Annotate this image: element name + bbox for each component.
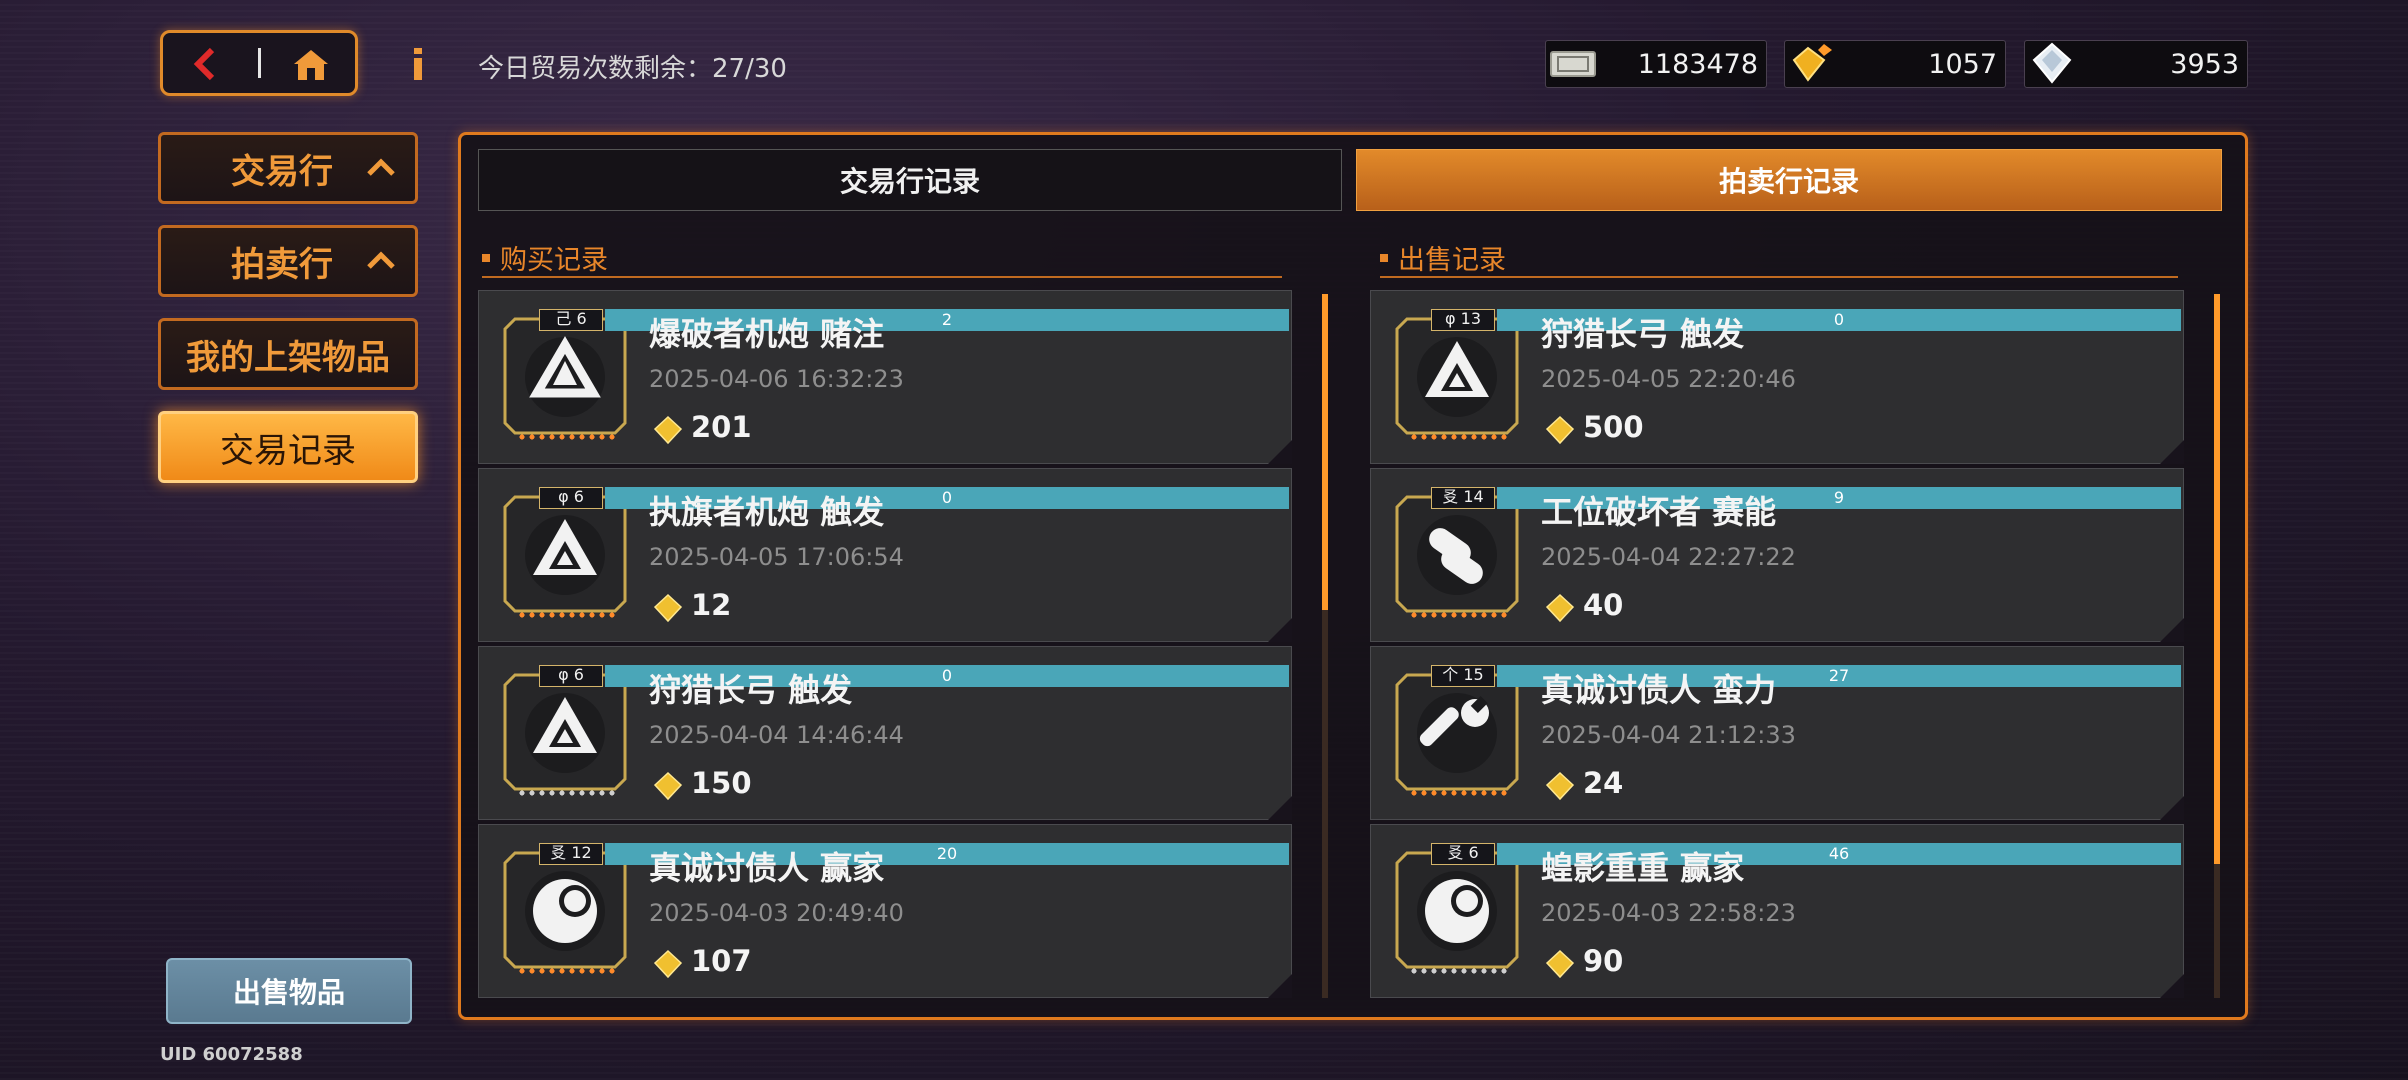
gold-gem-icon [1545,771,1575,801]
buy-record-card[interactable]: φ 6 0 狩猎长弓 触发 2025-04-04 14:46:44 150 [478,646,1292,820]
sell-item-button[interactable]: 出售物品 [166,958,412,1024]
sell-records-title: 出售记录 [1380,238,1506,277]
gold-gem-icon [653,593,683,623]
item-price: 12 [691,588,732,622]
sidebar-item-label: 拍卖行 [231,244,333,285]
item-date: 2025-04-03 22:58:23 [1541,899,1796,927]
currency-value: 1183478 [1637,49,1758,80]
item-rating-dots [1409,789,1509,797]
info-icon[interactable] [406,44,430,84]
item-level-tag: 个 15 [1431,665,1495,687]
item-date: 2025-04-04 14:46:44 [649,721,904,749]
item-name: 工位破坏者 赛能 [1541,493,1777,531]
item-name: 执旗者机炮 触发 [649,493,885,531]
item-date: 2025-04-05 17:06:54 [649,543,904,571]
item-date: 2025-04-05 22:20:46 [1541,365,1796,393]
item-price: 500 [1583,410,1644,444]
item-rating-dots [517,611,617,619]
item-name: 真诚讨债人 赢家 [649,849,885,887]
item-name: 真诚讨债人 蛮力 [1541,671,1777,709]
sell-record-card[interactable]: 㕛 14 9 工位破坏者 赛能 2025-04-04 22:27:22 40 [1370,468,2184,642]
item-date: 2025-04-04 21:12:33 [1541,721,1796,749]
section-title-text: 购买记录 [500,245,608,276]
item-price: 107 [691,944,752,978]
currency-value: 1057 [1928,49,1997,80]
buy-record-card[interactable]: φ 6 0 执旗者机炮 触发 2025-04-05 17:06:54 12 [478,468,1292,642]
sidebar-item-label: 交易行 [231,151,333,192]
sell-record-card[interactable]: φ 13 0 狩猎长弓 触发 2025-04-05 22:20:46 500 [1370,290,2184,464]
item-price: 201 [691,410,752,444]
bullet-square [482,253,490,262]
gold-gem-icon [653,949,683,979]
currency-value: 3953 [2170,49,2239,80]
sidebar-item-label: 我的上架物品 [186,337,390,378]
item-level-tag: φ 6 [539,665,603,687]
item-date: 2025-04-06 16:32:23 [649,365,904,393]
section-divider [482,276,1282,278]
gold-gem-icon [653,415,683,445]
sell-record-card[interactable]: 个 15 27 真诚讨债人 蛮力 2025-04-04 21:12:33 24 [1370,646,2184,820]
item-rating-dots [517,789,617,797]
item-level-tag: 㕛 14 [1431,487,1495,509]
item-name: 狩猎长弓 触发 [649,671,853,709]
item-level-tag: φ 6 [539,487,603,509]
buy-record-card[interactable]: 己 6 2 爆破者机炮 赌注 2025-04-06 16:32:23 201 [478,290,1292,464]
item-rating-dots [517,967,617,975]
tab-trade-records[interactable]: 交易行记录 [478,149,1342,211]
item-price: 24 [1583,766,1624,800]
item-price: 40 [1583,588,1624,622]
gold-gem-icon [1792,44,1832,82]
ticket-icon [1550,51,1596,77]
item-level-tag: 㕛 12 [539,843,603,865]
back-arrow-icon[interactable] [186,44,226,84]
sidebar-item-trade-records[interactable]: 交易记录 [158,411,418,483]
gold-gem-icon [1545,949,1575,979]
buy-record-card[interactable]: 㕛 12 20 真诚讨债人 赢家 2025-04-03 20:49:40 107 [478,824,1292,998]
item-name: 狩猎长弓 触发 [1541,315,1745,353]
gold-gem-icon [653,771,683,801]
nav-divider [258,48,261,78]
chevron-up-icon [367,251,395,269]
gold-gem-icon [1545,593,1575,623]
item-date: 2025-04-04 22:27:22 [1541,543,1796,571]
item-name: 蝗影重重 赢家 [1541,849,1745,887]
buy-records-title: 购买记录 [482,238,608,277]
chevron-up-icon [367,158,395,176]
sidebar-item-my-listings[interactable]: 我的上架物品 [158,318,418,390]
item-rating-dots [1409,433,1509,441]
tab-auction-records[interactable]: 拍卖行记录 [1356,149,2222,211]
gold-gem-icon [1545,415,1575,445]
item-level-tag: φ 13 [1431,309,1495,331]
home-icon[interactable] [292,48,330,82]
section-title-text: 出售记录 [1398,245,1506,276]
daily-trade-count: 今日贸易次数剩余：27/30 [478,54,787,84]
sidebar-item-label: 交易记录 [220,430,356,471]
sell-record-card[interactable]: 㕛 6 46 蝗影重重 赢家 2025-04-03 22:58:23 90 [1370,824,2184,998]
item-rating-dots [517,433,617,441]
section-divider [1380,276,2178,278]
user-id: UID 60072588 [160,1044,303,1065]
item-rating-dots [1409,611,1509,619]
sidebar-item-trade-market[interactable]: 交易行 [158,132,418,204]
diamond-icon [2032,42,2072,84]
item-price: 90 [1583,944,1624,978]
item-price: 150 [691,766,752,800]
sidebar-item-auction[interactable]: 拍卖行 [158,225,418,297]
item-level-tag: 㕛 6 [1431,843,1495,865]
bullet-square [1380,253,1388,262]
buy-list-scroll-thumb[interactable] [1322,294,1328,610]
sell-list-scroll-thumb[interactable] [2214,294,2220,864]
item-name: 爆破者机炮 赌注 [649,315,885,353]
item-rating-dots [1409,967,1509,975]
item-date: 2025-04-03 20:49:40 [649,899,904,927]
item-level-tag: 己 6 [539,309,603,331]
